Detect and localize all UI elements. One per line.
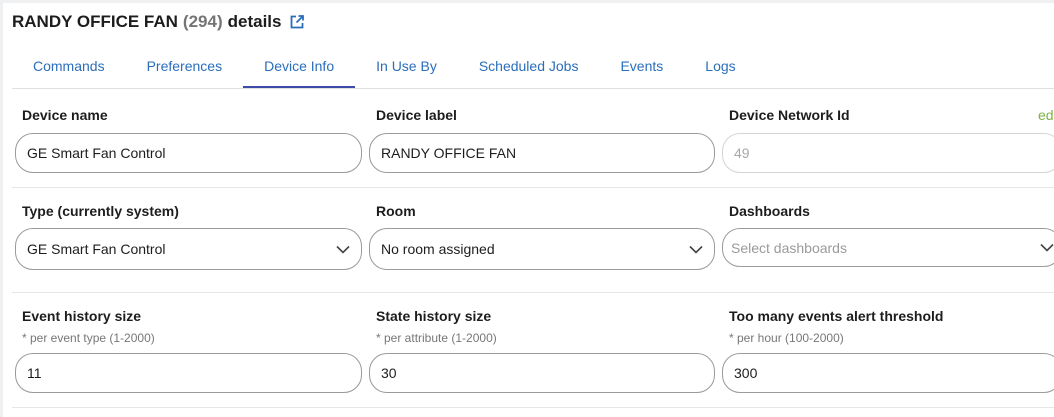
tab-commands[interactable]: Commands	[12, 48, 126, 88]
device-network-id-label: Device Network Id	[729, 107, 850, 123]
network-id-edit-link[interactable]: ed	[1038, 107, 1054, 123]
row-divider	[12, 407, 1054, 408]
event-history-size-hint: * per event type (1-2000)	[22, 331, 155, 345]
room-select[interactable]: No room assigned	[369, 228, 715, 270]
tab-device-info[interactable]: Device Info	[243, 48, 356, 88]
chevron-down-icon	[336, 245, 350, 254]
device-name-field[interactable]: GE Smart Fan Control	[15, 133, 362, 173]
tab-bar: Commands Preferences Device Info In Use …	[12, 48, 757, 88]
dashboards-select[interactable]: Select dashboards	[722, 228, 1054, 267]
alert-threshold-value: 300	[734, 365, 758, 381]
alert-threshold-hint: * per hour (100-2000)	[729, 331, 844, 345]
event-history-size-label: Event history size	[22, 308, 142, 324]
room-value: No room assigned	[381, 241, 495, 257]
alert-threshold-label: Too many events alert threshold	[729, 308, 944, 324]
dashboards-placeholder: Select dashboards	[731, 239, 847, 256]
tab-in-use-by[interactable]: In Use By	[355, 48, 458, 88]
state-history-size-value: 30	[381, 365, 397, 381]
state-history-size-field[interactable]: 30	[369, 353, 715, 393]
device-network-id-field: 49	[722, 133, 1054, 173]
tab-events[interactable]: Events	[599, 48, 684, 88]
device-label-value: RANDY OFFICE FAN	[381, 145, 517, 161]
state-history-size-label: State history size	[376, 308, 492, 324]
tab-logs[interactable]: Logs	[684, 48, 756, 88]
row-divider	[12, 292, 1054, 293]
event-history-size-field[interactable]: 11	[15, 353, 362, 393]
device-label-label: Device label	[376, 107, 457, 123]
external-link-icon[interactable]	[289, 14, 305, 30]
tab-preferences[interactable]: Preferences	[126, 48, 243, 88]
device-name-value: GE Smart Fan Control	[27, 145, 166, 161]
alert-threshold-field[interactable]: 300	[722, 353, 1054, 393]
row-divider	[12, 187, 1054, 188]
device-label-field[interactable]: RANDY OFFICE FAN	[369, 133, 715, 173]
tab-scheduled-jobs[interactable]: Scheduled Jobs	[458, 48, 600, 88]
device-name-label: Device name	[22, 107, 108, 123]
type-select[interactable]: GE Smart Fan Control	[15, 228, 362, 270]
chevron-down-icon	[1040, 243, 1054, 252]
tab-divider	[12, 88, 1054, 89]
chevron-down-icon	[689, 245, 703, 254]
page-title: RANDY OFFICE FAN (294) details	[12, 10, 305, 34]
title-suffix: details	[227, 12, 282, 31]
device-count: (294)	[182, 12, 223, 31]
type-label: Type (currently system)	[22, 203, 179, 219]
state-history-size-hint: * per attribute (1-2000)	[376, 331, 497, 345]
room-label: Room	[376, 203, 416, 219]
device-title-name: RANDY OFFICE FAN	[12, 12, 178, 31]
dashboards-label: Dashboards	[729, 203, 810, 219]
type-value: GE Smart Fan Control	[27, 241, 166, 257]
device-network-id-value: 49	[734, 145, 750, 161]
event-history-size-value: 11	[27, 365, 42, 381]
